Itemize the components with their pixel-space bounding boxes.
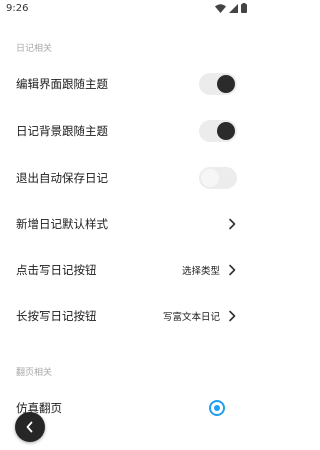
setting-label: 新增日记默认样式: [16, 217, 108, 231]
radio-selected-dot: [214, 405, 220, 411]
setting-row-background-follow-theme[interactable]: 日记背景跟随主题: [0, 111, 253, 151]
wifi-icon: [215, 3, 226, 13]
setting-row-auto-save-on-exit[interactable]: 退出自动保存日记: [0, 158, 253, 198]
setting-row-tap-write-button[interactable]: 点击写日记按钮 选择类型: [0, 250, 253, 290]
status-time: 9:26: [6, 3, 29, 14]
setting-label: 编辑界面跟随主题: [16, 77, 108, 91]
setting-label: 退出自动保存日记: [16, 171, 108, 185]
toggle-knob: [201, 169, 219, 187]
simulated-page-turn-radio[interactable]: [209, 400, 225, 416]
chevron-right-icon: [229, 310, 236, 322]
setting-label: 日记背景跟随主题: [16, 124, 108, 138]
edit-follow-theme-toggle[interactable]: [199, 73, 237, 95]
chevron-right-icon: [229, 264, 236, 276]
chevron-left-icon: [26, 421, 33, 433]
battery-icon: [241, 3, 247, 13]
setting-value: 选择类型: [181, 266, 220, 277]
toggle-knob: [217, 122, 235, 140]
setting-label: 长按写日记按钮: [16, 309, 97, 323]
setting-label: 点击写日记按钮: [16, 263, 97, 277]
chevron-right-icon: [229, 218, 236, 230]
setting-row-long-press-write-button[interactable]: 长按写日记按钮 写富文本日记: [0, 296, 253, 336]
setting-value: 写富文本日记: [162, 312, 220, 323]
background-follow-theme-toggle[interactable]: [199, 120, 237, 142]
section-header-page-turn: 翻页相关: [16, 368, 53, 378]
cellular-signal-icon: [229, 3, 238, 13]
status-icons: [215, 3, 247, 13]
toggle-knob: [217, 75, 235, 93]
section-header-diary: 日记相关: [16, 44, 53, 54]
setting-row-default-style[interactable]: 新增日记默认样式: [0, 204, 253, 244]
setting-row-edit-follow-theme[interactable]: 编辑界面跟随主题: [0, 64, 253, 104]
status-bar: 9:26: [0, 0, 253, 18]
auto-save-on-exit-toggle[interactable]: [199, 167, 237, 189]
back-button[interactable]: [15, 412, 45, 442]
